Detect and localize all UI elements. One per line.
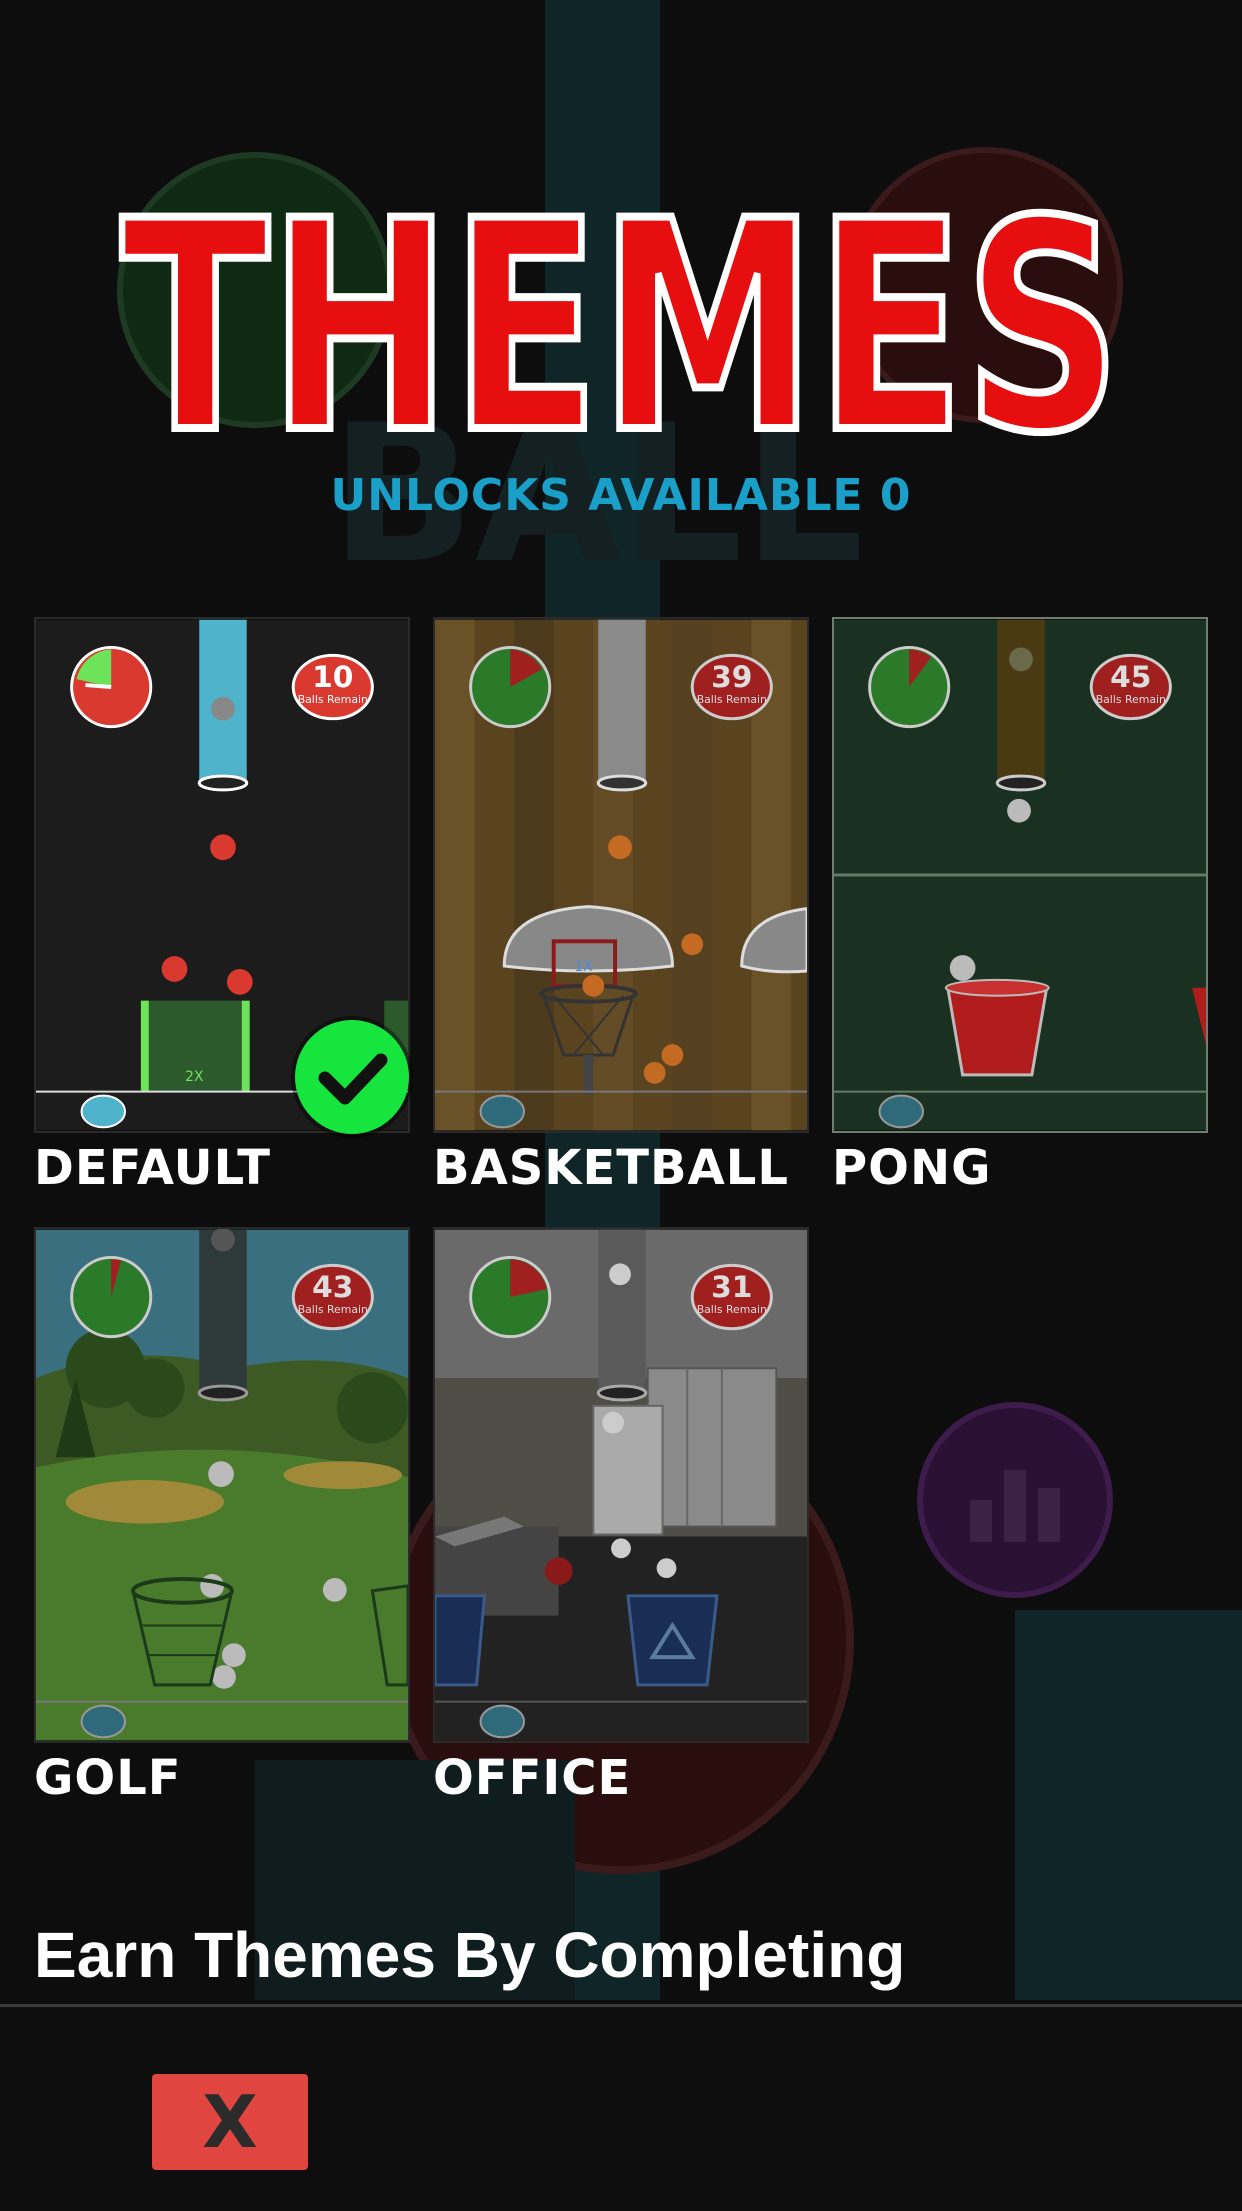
theme-label-default: DEFAULT	[34, 1140, 271, 1196]
basketball-theme-preview: 39 Balls Remain 1X	[435, 619, 807, 1131]
balls-remaining-count: 31	[711, 1269, 752, 1304]
theme-card-office[interactable]: 31 Balls Remain	[433, 1227, 809, 1743]
balls-remain-label: Balls Remain	[697, 693, 767, 706]
earn-themes-message: Earn Themes By Completing Achievements 3…	[0, 1915, 1242, 2005]
theme-card-basketball[interactable]: 39 Balls Remain 1X	[433, 617, 809, 1133]
selected-check-icon	[295, 1020, 409, 1134]
balls-remaining-count: 43	[312, 1269, 353, 1304]
office-theme-preview: 31 Balls Remain	[435, 1229, 807, 1741]
pong-theme-preview: 45 Balls Remain	[834, 619, 1206, 1131]
balls-remain-label: Balls Remain	[298, 1303, 368, 1316]
theme-label-office: OFFICE	[433, 1750, 632, 1806]
balls-remaining-count: 39	[711, 659, 752, 694]
balls-remain-label: Balls Remain	[1096, 693, 1166, 706]
theme-label-basketball: BASKETBALL	[433, 1140, 789, 1196]
page-title-text: THEMES	[121, 170, 1121, 470]
multiplier-label: 1X	[574, 959, 593, 975]
balls-remain-label: Balls Remain	[697, 1303, 767, 1316]
balls-remaining-count: 45	[1110, 659, 1151, 694]
page-title: THEMES	[0, 170, 1242, 470]
balls-remain-label: Balls Remain	[298, 693, 368, 706]
unlocks-available-label: UNLOCKS AVAILABLE 0	[330, 470, 912, 521]
close-button[interactable]: X	[152, 2074, 308, 2170]
theme-card-pong[interactable]: 45 Balls Remain	[832, 617, 1208, 1133]
theme-label-golf: GOLF	[34, 1750, 182, 1806]
golf-theme-preview: 43 Balls Remain	[36, 1229, 408, 1741]
multiplier-label: 2X	[185, 1069, 204, 1085]
balls-remaining-count: 10	[312, 659, 353, 694]
earn-themes-text: Earn Themes By Completing	[34, 1919, 906, 1991]
theme-label-pong: PONG	[832, 1140, 992, 1196]
theme-card-golf[interactable]: 43 Balls Remain	[34, 1227, 410, 1743]
